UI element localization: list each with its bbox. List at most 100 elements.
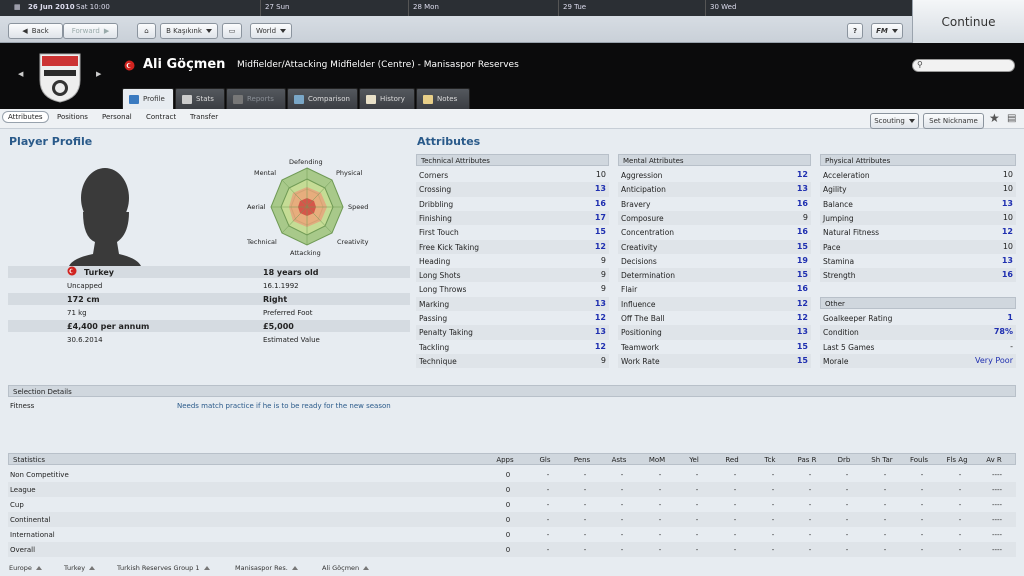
attribute-row: Bravery 16 <box>618 197 811 211</box>
fm-menu-button[interactable]: FM <box>871 23 903 39</box>
subtab-attributes[interactable]: Attributes <box>2 111 49 123</box>
continue-button[interactable]: Continue <box>912 0 1024 43</box>
back-button[interactable]: ◀ Back <box>8 23 63 39</box>
attribute-name: Long Shots <box>419 271 461 281</box>
attribute-name: Bravery <box>621 199 651 209</box>
stat-column-header[interactable]: Tck <box>755 456 785 464</box>
chevron-up-icon <box>363 566 370 570</box>
attribute-value: 15 <box>796 355 808 365</box>
breadcrumb-label: Ali Göçmen <box>322 564 360 572</box>
tab-history[interactable]: History <box>359 88 415 109</box>
inbox-button[interactable]: ▭ <box>222 23 242 39</box>
stat-cell: - <box>771 531 775 539</box>
prev-arrow-icon[interactable]: ◀ <box>18 70 23 78</box>
stat-cell: - <box>695 516 699 524</box>
stat-column-header[interactable]: Sh Tar <box>867 456 897 464</box>
set-nickname-button[interactable]: Set Nickname <box>923 113 984 129</box>
stat-column-header[interactable]: Gls <box>530 456 560 464</box>
stat-cell: - <box>845 471 849 479</box>
profile-icon <box>129 94 139 104</box>
stat-column-header[interactable]: Drb <box>829 456 859 464</box>
stat-column-header[interactable]: Red <box>717 456 747 464</box>
stat-column-header[interactable]: MoM <box>642 456 672 464</box>
subtab-positions[interactable]: Positions <box>57 113 88 121</box>
chevron-up-icon <box>89 566 96 570</box>
stat-cell: - <box>546 546 550 554</box>
add-note-icon[interactable]: ▤ <box>1007 113 1016 124</box>
tab-comparison[interactable]: Comparison <box>287 88 358 109</box>
breadcrumb-item[interactable]: Turkey <box>64 564 96 572</box>
stat-column-header[interactable]: Fls Ag <box>942 456 972 464</box>
attribute-row: Anticipation 13 <box>618 182 811 197</box>
stat-cell: - <box>658 546 662 554</box>
attribute-row: Acceleration 10 <box>820 168 1016 182</box>
tab-stats[interactable]: Stats <box>175 88 225 109</box>
stat-column-header[interactable]: Asts <box>604 456 634 464</box>
stat-cell: 0 <box>505 501 511 509</box>
date-30[interactable]: 30 Wed <box>710 3 736 11</box>
stat-column-header[interactable]: Fouls <box>904 456 934 464</box>
search-input[interactable]: ⚲ <box>912 59 1015 72</box>
attribute-row: Crossing 13 <box>416 182 609 197</box>
subtab-personal[interactable]: Personal <box>102 113 132 121</box>
next-arrow-icon[interactable]: ▶ <box>96 70 101 78</box>
fitness-value: Needs match practice if he is to be read… <box>177 402 391 410</box>
date-27[interactable]: 27 Sun <box>265 3 289 11</box>
tab-profile[interactable]: Profile <box>122 88 174 109</box>
scouting-button[interactable]: Scouting <box>870 113 919 129</box>
stat-cell: - <box>620 471 624 479</box>
attribute-value: 16 <box>796 284 808 294</box>
attribute-value: 13 <box>796 184 808 194</box>
attribute-value: 16 <box>594 198 606 208</box>
attribute-value: 15 <box>796 341 808 351</box>
stat-cell: - <box>808 546 812 554</box>
stat-cell: - <box>883 546 887 554</box>
search-icon: ⚲ <box>917 60 923 69</box>
forward-button[interactable]: Forward ▶ <box>63 23 118 39</box>
home-button[interactable]: ⌂ <box>137 23 156 39</box>
stat-cell: - <box>845 531 849 539</box>
date-29[interactable]: 29 Tue <box>563 3 586 11</box>
attribute-value: 13 <box>594 298 606 308</box>
stat-cell: - <box>771 501 775 509</box>
attribute-name: First Touch <box>419 228 459 238</box>
reports-icon <box>233 94 243 104</box>
stat-row-label: Continental <box>10 516 51 524</box>
world-select[interactable]: World <box>250 23 292 39</box>
stat-column-header[interactable]: Yel <box>679 456 709 464</box>
stat-cell: - <box>733 471 737 479</box>
subtab-contract[interactable]: Contract <box>146 113 176 121</box>
date-28[interactable]: 28 Mon <box>413 3 439 11</box>
stat-column-header[interactable]: Pas R <box>792 456 822 464</box>
stat-column-header[interactable]: Av R <box>979 456 1009 464</box>
attribute-name: Balance <box>823 199 853 209</box>
attribute-name: Corners <box>419 171 449 180</box>
club-select[interactable]: B Kaşıkınk <box>160 23 218 39</box>
attribute-row: Long Shots 9 <box>416 268 609 283</box>
attribute-value: 12 <box>796 298 808 308</box>
subtab-transfer[interactable]: Transfer <box>190 113 218 121</box>
breadcrumb-item[interactable]: Ali Göçmen <box>322 564 370 572</box>
history-icon <box>366 94 376 104</box>
stat-cell: ---- <box>991 546 1003 554</box>
selection-header: Selection Details <box>8 385 1016 397</box>
comparison-icon <box>294 94 304 104</box>
star-icon[interactable]: ★ <box>989 111 1000 125</box>
stat-cell: - <box>771 546 775 554</box>
help-button[interactable]: ? <box>847 23 863 39</box>
tab-notes[interactable]: Notes <box>416 88 470 109</box>
tab-reports[interactable]: Reports <box>226 88 286 109</box>
stat-cell: - <box>808 531 812 539</box>
breadcrumb-item[interactable]: Europe <box>9 564 42 572</box>
breadcrumb-item[interactable]: Manisaspor Res. <box>235 564 298 572</box>
breadcrumb: Europe Turkey Turkish Reserves Group 1 Mani… <box>0 562 1024 576</box>
stat-column-header[interactable]: Apps <box>490 456 520 464</box>
stat-row-label: Cup <box>10 501 24 509</box>
attribute-name: Finishing <box>419 213 452 223</box>
stat-column-header[interactable]: Pens <box>567 456 597 464</box>
breadcrumb-item[interactable]: Turkish Reserves Group 1 <box>117 564 210 572</box>
stat-cell: - <box>658 501 662 509</box>
radar-label-mental: Mental <box>254 169 277 177</box>
attribute-value: - <box>1010 341 1013 351</box>
stat-cell: - <box>845 501 849 509</box>
